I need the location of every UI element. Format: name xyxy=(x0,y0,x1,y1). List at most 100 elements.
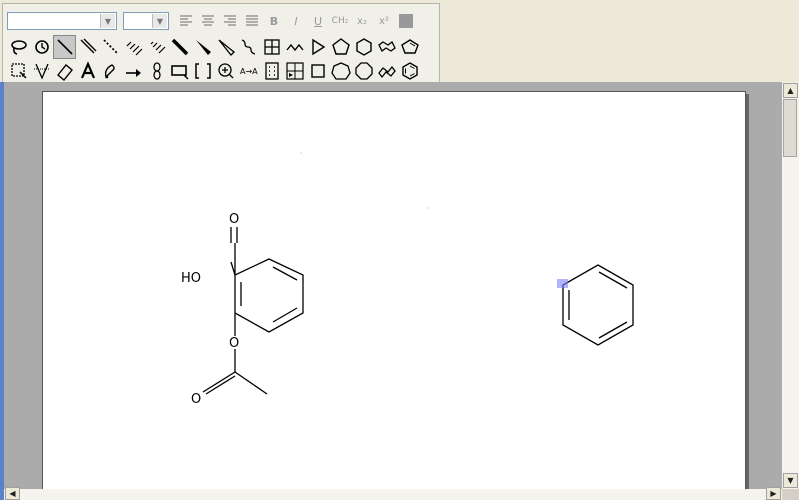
single-bond-tool[interactable] xyxy=(53,35,76,59)
boat-icon xyxy=(377,65,396,79)
hashed-wedge-tool[interactable] xyxy=(145,35,168,59)
square-icon xyxy=(310,64,325,78)
query-atom-icon: A→A xyxy=(240,67,258,76)
pen-tool[interactable] xyxy=(99,59,122,83)
subscript-button[interactable]: x₂ xyxy=(351,11,373,31)
orbital-icon xyxy=(152,62,161,80)
justify-icon xyxy=(246,15,258,26)
chevron-down-icon[interactable]: ▼ xyxy=(152,14,167,28)
heptagon-icon xyxy=(330,62,351,80)
bracket-icon xyxy=(194,63,211,79)
pentagon-ring-tool[interactable] xyxy=(329,35,352,59)
bold-bond-icon xyxy=(171,38,188,56)
ester-oxygen-label[interactable]: O xyxy=(229,336,239,351)
scroll-right-button[interactable]: ▶ xyxy=(766,487,781,500)
hashed-wedge-icon xyxy=(150,41,165,54)
font-size-combo[interactable]: ▼ xyxy=(123,12,169,30)
wedge-bond-tool[interactable] xyxy=(191,35,214,59)
hexagon-ring-tool[interactable] xyxy=(352,35,375,59)
font-name-combo[interactable]: ▼ xyxy=(7,12,117,30)
vertical-scroll-thumb[interactable] xyxy=(783,99,797,157)
drawing-shape-icon xyxy=(170,65,188,80)
grid-dot xyxy=(300,152,302,154)
chemical-symbol-tool[interactable] xyxy=(214,59,237,83)
scroll-down-button[interactable]: ▼ xyxy=(783,473,798,488)
text-a-icon xyxy=(80,61,95,79)
hollow-wedge-tool[interactable] xyxy=(214,35,237,59)
align-center-button[interactable] xyxy=(197,11,219,31)
table-icon xyxy=(263,39,280,55)
hollow-wedge-icon xyxy=(217,39,235,56)
justify-button[interactable] xyxy=(241,11,263,31)
acetyl-oxygen-label[interactable]: O xyxy=(191,392,201,407)
formatting-toolbar: ▼ ▼ B I U CH₂ x₂ x² xyxy=(7,9,417,33)
wavy-bond-tool[interactable] xyxy=(237,35,260,59)
bold-bond-tool[interactable] xyxy=(168,35,191,59)
pentagon-icon xyxy=(331,38,350,55)
rotate-icon xyxy=(34,40,49,54)
table-tool[interactable] xyxy=(260,35,283,59)
eraser-tool[interactable] xyxy=(53,59,76,83)
drawing-elements-tool[interactable] xyxy=(168,59,191,83)
hashed-bond-tool[interactable] xyxy=(122,35,145,59)
aspirin-structure[interactable] xyxy=(202,227,304,395)
vertical-scrollbar[interactable]: ▲ ▼ xyxy=(782,82,799,489)
triangle-ring-tool[interactable] xyxy=(306,35,329,59)
cyclohexane-boat-tool[interactable] xyxy=(375,59,398,83)
template-panel-tool[interactable] xyxy=(260,59,283,83)
scroll-left-button[interactable]: ◀ xyxy=(5,487,20,500)
benzene-ring-tool[interactable] xyxy=(398,59,421,83)
benzene-ring[interactable] xyxy=(562,264,634,346)
marquee-icon xyxy=(10,63,27,79)
align-center-icon xyxy=(202,15,214,26)
text-color-button[interactable] xyxy=(395,11,417,31)
drawing-tools-row-1 xyxy=(7,35,421,59)
arrow-icon xyxy=(125,69,141,77)
document-page[interactable]: O HO O O xyxy=(42,91,746,489)
italic-button[interactable]: I xyxy=(285,11,307,31)
hydroxyl-label[interactable]: HO xyxy=(181,271,201,286)
hexagon-icon xyxy=(355,38,372,56)
cyclopentadiene-icon xyxy=(400,39,419,54)
query-tool[interactable]: A→A xyxy=(237,59,260,83)
underline-button[interactable]: U xyxy=(307,11,329,31)
cyclopentadiene-tool[interactable] xyxy=(398,35,421,59)
superscript-button[interactable]: x² xyxy=(373,11,395,31)
chemical-subscript-button[interactable]: CH₂ xyxy=(329,11,351,31)
square-ring-tool[interactable] xyxy=(306,59,329,83)
align-left-button[interactable] xyxy=(175,11,197,31)
triangle-icon xyxy=(311,38,325,56)
wedge-bond-icon xyxy=(195,40,211,55)
bracket-tool[interactable] xyxy=(191,59,214,83)
canvas-area[interactable]: O HO O O xyxy=(4,82,782,489)
template-panel-icon xyxy=(264,62,279,80)
single-bond-icon xyxy=(56,39,73,55)
benzene-icon xyxy=(401,62,418,80)
svg-text:A→A: A→A xyxy=(240,67,258,76)
heptagon-ring-tool[interactable] xyxy=(329,59,352,83)
dashed-bond-tool[interactable] xyxy=(99,35,122,59)
double-bond-tool[interactable] xyxy=(76,35,99,59)
wavy-bond-icon xyxy=(241,39,255,55)
bold-button[interactable]: B xyxy=(263,11,285,31)
arrow-tool[interactable] xyxy=(122,59,145,83)
octagon-icon xyxy=(354,62,373,80)
horizontal-scrollbar[interactable]: ◀ ▶ xyxy=(4,487,782,500)
cyclohexane-chair-tool[interactable] xyxy=(375,35,398,59)
rotate-tool[interactable] xyxy=(30,35,53,59)
mass-spec-tool[interactable] xyxy=(30,59,53,83)
scroll-up-button[interactable]: ▲ xyxy=(783,83,798,98)
templates-tool[interactable] xyxy=(283,59,306,83)
marquee-select-tool[interactable] xyxy=(7,59,30,83)
orbital-tool[interactable] xyxy=(145,59,168,83)
chevron-down-icon[interactable]: ▼ xyxy=(100,14,115,28)
carbonyl-oxygen-label[interactable]: O xyxy=(229,212,239,227)
chain-tool[interactable] xyxy=(283,35,306,59)
chair-icon xyxy=(377,41,396,52)
align-right-button[interactable] xyxy=(219,11,241,31)
octagon-ring-tool[interactable] xyxy=(352,59,375,83)
text-tool[interactable] xyxy=(76,59,99,83)
atom-selection-marker[interactable] xyxy=(557,279,568,288)
grid-dot xyxy=(427,207,429,209)
lasso-tool[interactable] xyxy=(7,35,30,59)
